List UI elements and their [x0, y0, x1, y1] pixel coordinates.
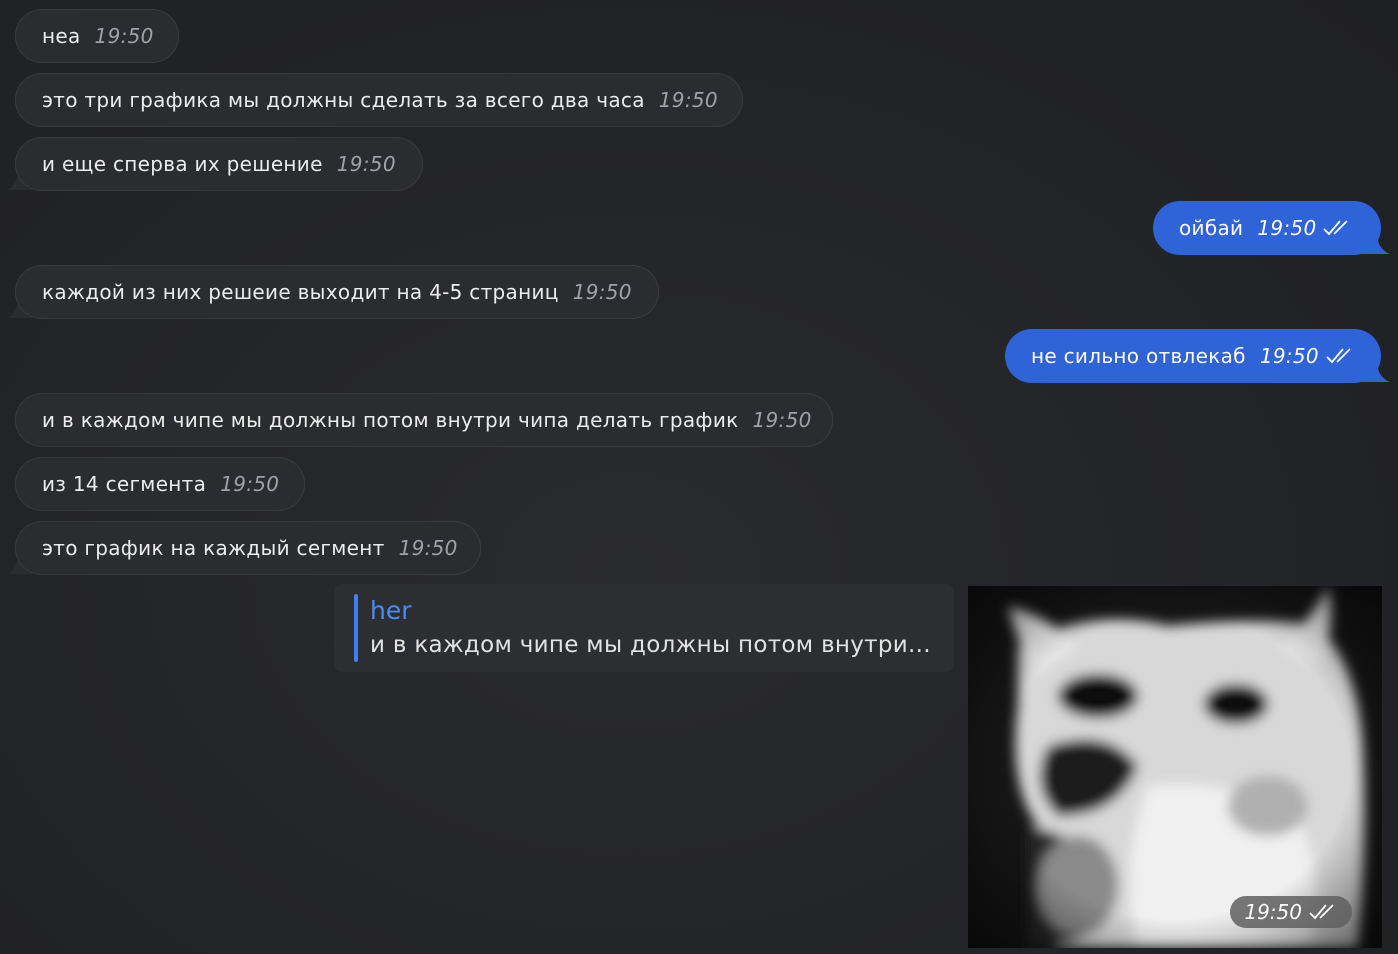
double-check-icon	[1326, 348, 1351, 364]
message-time: 19:50	[220, 472, 280, 496]
message-text: ойбай	[1179, 216, 1244, 240]
photo-time-badge: 19:50	[1230, 896, 1352, 928]
message-bubble-incoming[interactable]: это график на каждый сегмент 19:50	[15, 521, 481, 575]
message-time: 19:50	[752, 408, 812, 432]
reply-quote[interactable]: her и в каждом чипе мы должны потом внут…	[334, 584, 954, 672]
double-check-icon	[1323, 220, 1349, 236]
reply-author: her	[370, 596, 412, 625]
message-bubble-outgoing[interactable]: ойбай 19:50	[1153, 201, 1381, 255]
message-time: 19:50	[336, 152, 396, 176]
message-bubble-incoming[interactable]: из 14 сегмента 19:50	[15, 457, 305, 511]
message-bubble-incoming[interactable]: и еще сперва их решение 19:50	[15, 137, 423, 191]
message-text: неа	[42, 24, 81, 48]
message-time: 19:50	[658, 88, 718, 112]
message-text: это график на каждый сегмент	[42, 536, 385, 560]
message-text: не сильно отвлекаб	[1031, 344, 1246, 368]
message-text: из 14 сегмента	[42, 472, 207, 496]
reply-accent-bar	[354, 594, 358, 662]
reply-text: и в каждом чипе мы должны потом внутри..…	[370, 632, 931, 658]
message-time: 19:50	[1244, 900, 1302, 924]
message-text: и в каждом чипе мы должны потом внутри ч…	[42, 408, 739, 432]
message-time: 19:50	[1257, 216, 1317, 240]
message-text: и еще сперва их решение	[42, 152, 323, 176]
message-bubble-incoming[interactable]: каждой из них решеие выходит на 4-5 стра…	[15, 265, 659, 319]
double-check-icon	[1309, 904, 1334, 920]
chat-message-list[interactable]: неа 19:50 это три графика мы должны сдел…	[0, 0, 1398, 954]
message-time: 19:50	[94, 24, 154, 48]
message-text: каждой из них решеие выходит на 4-5 стра…	[42, 280, 559, 304]
message-bubble-outgoing[interactable]: не сильно отвлекаб 19:50	[1005, 329, 1381, 383]
cat-photo	[968, 586, 1382, 948]
message-time: 19:50	[572, 280, 632, 304]
message-bubble-incoming[interactable]: это три графика мы должны сделать за все…	[15, 73, 743, 127]
message-time: 19:50	[1259, 344, 1319, 368]
message-time: 19:50	[398, 536, 458, 560]
message-bubble-incoming[interactable]: неа 19:50	[15, 9, 179, 63]
photo-message[interactable]: 19:50	[968, 586, 1382, 948]
message-text: это три графика мы должны сделать за все…	[42, 88, 645, 112]
message-bubble-incoming[interactable]: и в каждом чипе мы должны потом внутри ч…	[15, 393, 833, 447]
